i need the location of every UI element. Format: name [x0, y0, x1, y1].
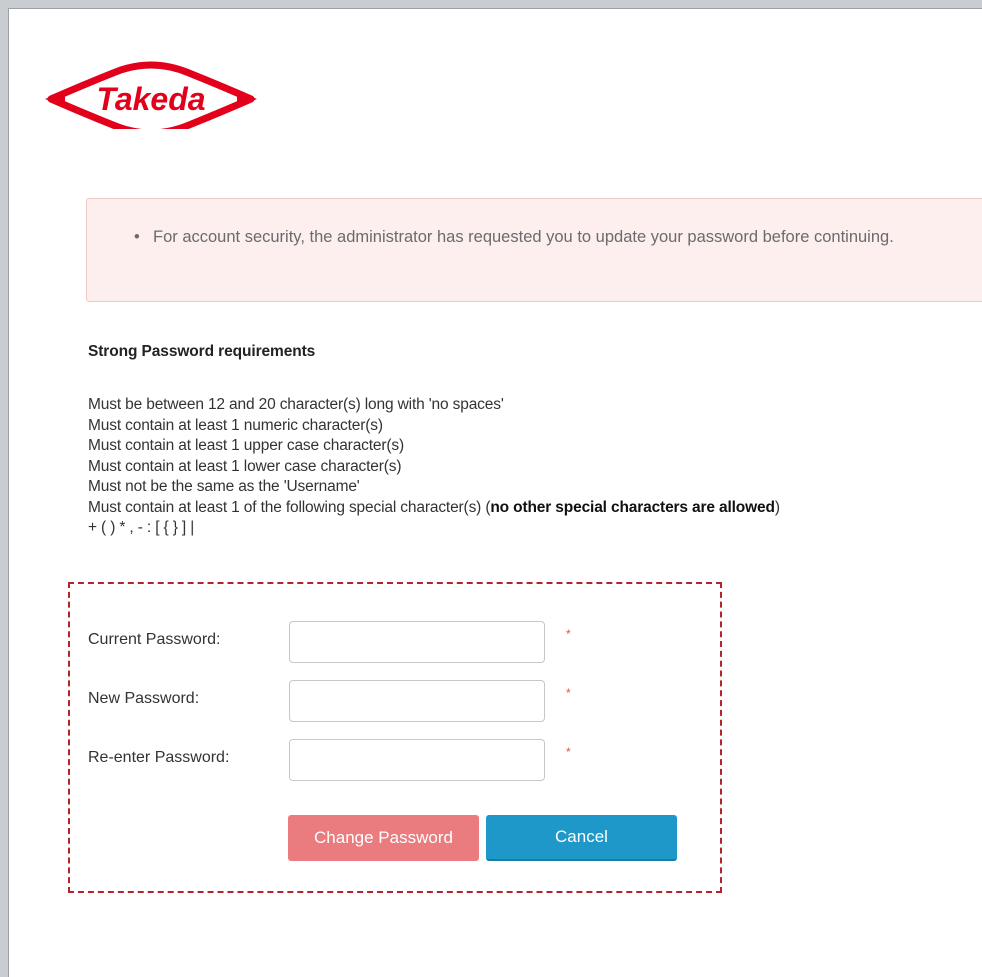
reenter-password-required: *	[566, 745, 571, 759]
reenter-password-input[interactable]	[289, 739, 545, 781]
requirement-special-chars: + ( ) * , - : [ { } ] |	[88, 519, 195, 536]
alert-message: For account security, the administrator …	[153, 228, 894, 246]
requirement-special-prefix: Must contain at least 1 of the following…	[88, 498, 491, 516]
current-password-label: Current Password:	[88, 631, 221, 648]
current-password-input[interactable]	[289, 621, 545, 663]
requirement-username: Must not be the same as the 'Username'	[88, 478, 360, 495]
new-password-label: New Password:	[88, 690, 200, 707]
requirement-numeric: Must contain at least 1 numeric characte…	[88, 416, 383, 434]
new-password-required: *	[566, 686, 571, 700]
reenter-password-label: Re-enter Password:	[88, 749, 230, 766]
current-password-required: *	[566, 627, 571, 641]
requirement-uppercase: Must contain at least 1 upper case chara…	[88, 437, 405, 454]
requirement-length: Must be between 12 and 20 character(s) l…	[88, 396, 504, 413]
requirement-special: Must contain at least 1 of the following…	[88, 498, 982, 519]
change-password-button[interactable]: Change Password	[288, 815, 479, 861]
requirement-special-suffix: )	[774, 498, 780, 516]
page-frame: Takeda • For account security, the admin…	[8, 8, 982, 977]
takeda-logo: Takeda	[43, 59, 259, 159]
requirement-lowercase: Must contain at least 1 lower case chara…	[88, 457, 402, 475]
security-alert: • For account security, the administrato…	[86, 198, 982, 302]
requirements-title: Strong Password requirements	[88, 343, 316, 360]
logo-text: Takeda	[96, 81, 205, 117]
bullet-icon: •	[134, 228, 140, 246]
requirement-special-bold: no other special characters are allowed	[490, 498, 775, 516]
alert-item: • For account security, the administrato…	[134, 225, 982, 250]
new-password-input[interactable]	[289, 680, 545, 722]
cancel-button[interactable]: Cancel	[486, 815, 677, 861]
requirements-list: Must be between 12 and 20 character(s) l…	[88, 395, 982, 539]
